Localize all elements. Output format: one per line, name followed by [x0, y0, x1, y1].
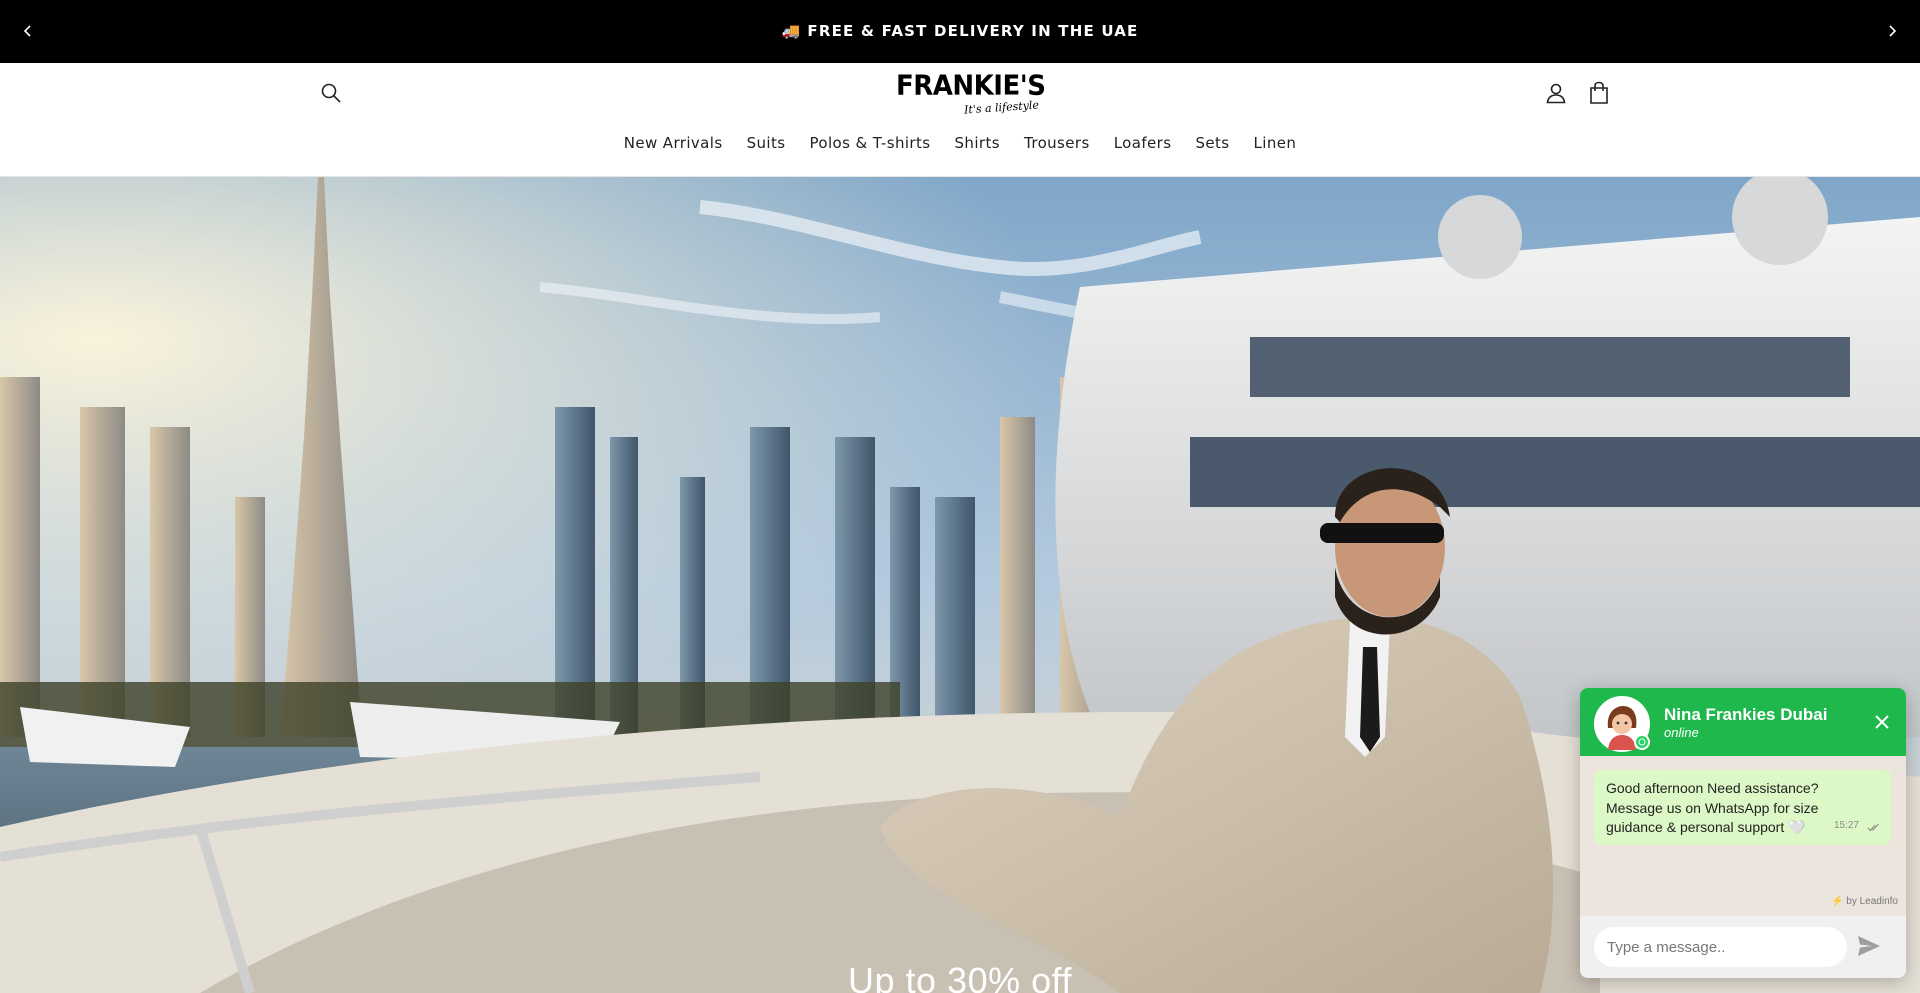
logo-wordmark: FRANKIE'S	[896, 70, 1046, 102]
chat-message-bubble: Good afternoon Need assistance? Message …	[1594, 770, 1891, 845]
send-icon[interactable]	[1856, 934, 1884, 960]
nav-item-loafers[interactable]: Loafers	[1102, 134, 1184, 152]
chat-message-text: Good afternoon Need assistance? Message …	[1606, 780, 1819, 835]
account-icon[interactable]	[1540, 77, 1572, 109]
read-ticks-icon	[1867, 818, 1881, 838]
brand-logo[interactable]: FRANKIE'S It's a lifestyle	[896, 70, 1046, 117]
message-time: 15:27	[1833, 819, 1859, 831]
whatsapp-chat-widget: Nina Frankies Dubai online Good afternoo…	[1580, 688, 1906, 978]
agent-name: Nina Frankies Dubai	[1664, 705, 1828, 724]
nav-item-suits[interactable]: Suits	[735, 134, 798, 152]
agent-avatar	[1594, 696, 1650, 752]
powered-by-text: by Leadinfo	[1846, 896, 1898, 907]
nav-item-shirts[interactable]: Shirts	[943, 134, 1012, 152]
agent-status: online	[1664, 725, 1699, 740]
nav-item-trousers[interactable]: Trousers	[1012, 134, 1102, 152]
nav-item-sets[interactable]: Sets	[1183, 134, 1241, 152]
truck-icon: 🚚	[781, 22, 802, 40]
cart-icon[interactable]	[1583, 77, 1615, 109]
search-icon[interactable]	[315, 77, 347, 109]
powered-by[interactable]: ⚡ by Leadinfo	[1831, 896, 1898, 907]
nav-item-new-arrivals[interactable]: New Arrivals	[612, 134, 735, 152]
chat-footer	[1580, 916, 1906, 978]
announcement-text: FREE & FAST DELIVERY IN THE UAE	[807, 22, 1139, 40]
announcement-message: 🚚 FREE & FAST DELIVERY IN THE UAE	[0, 22, 1920, 40]
announcement-bar: 🚚 FREE & FAST DELIVERY IN THE UAE	[0, 0, 1920, 63]
main-navigation: New Arrivals Suits Polos & T-shirts Shir…	[0, 134, 1920, 152]
nav-item-linen[interactable]: Linen	[1242, 134, 1309, 152]
whatsapp-icon	[1634, 734, 1650, 750]
site-header: FRANKIE'S It's a lifestyle New Arrivals …	[0, 63, 1920, 177]
chat-message-input[interactable]	[1594, 927, 1847, 967]
chat-header: Nina Frankies Dubai online	[1580, 688, 1906, 756]
close-icon[interactable]	[1872, 712, 1892, 732]
bolt-icon: ⚡	[1831, 896, 1844, 907]
nav-item-polos-tshirts[interactable]: Polos & T-shirts	[797, 134, 942, 152]
chevron-right-icon[interactable]	[1880, 19, 1904, 43]
